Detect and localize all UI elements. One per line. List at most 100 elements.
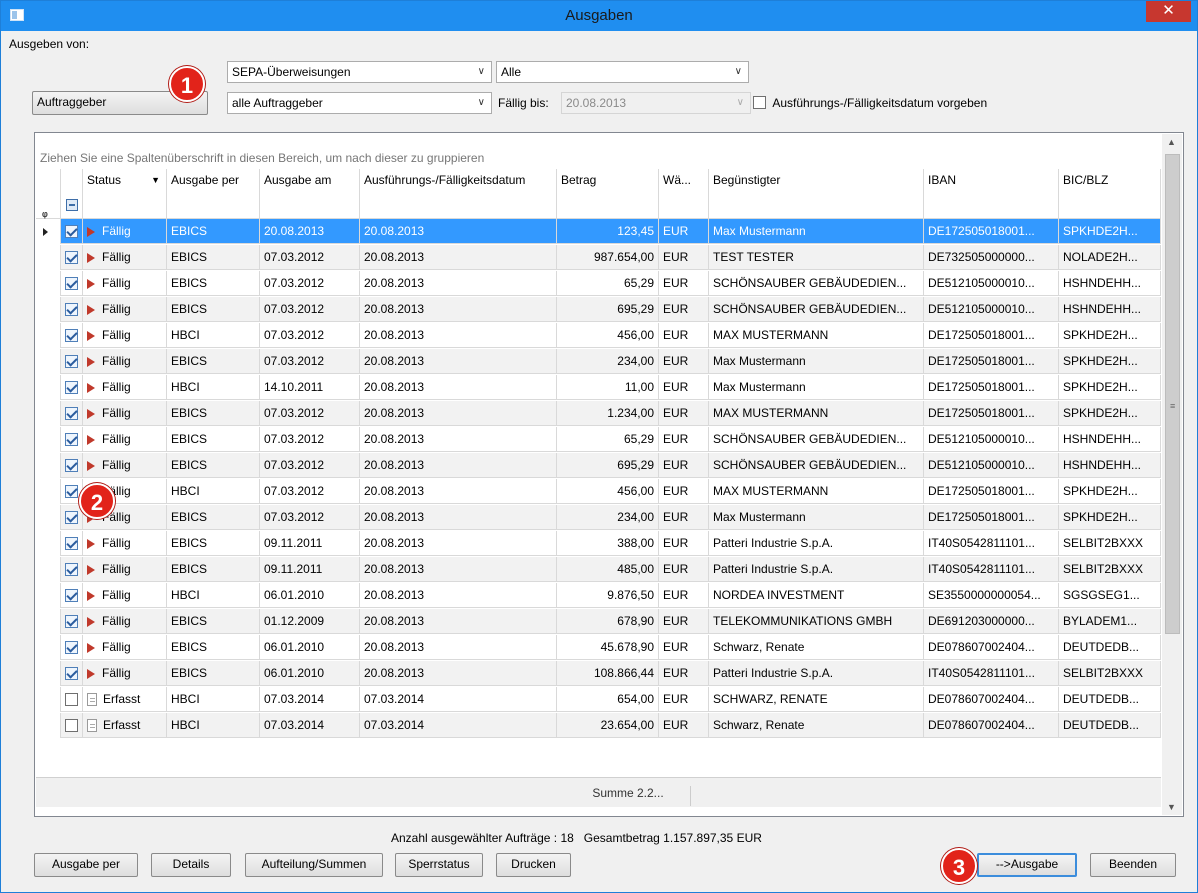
row-checkbox[interactable] [65, 615, 78, 629]
table-row[interactable]: Fällig EBICS 06.01.2010 20.08.2013 108.866,4… [36, 661, 1161, 686]
row-checkbox[interactable] [65, 719, 78, 733]
cell-bic: BYLADEM1... [1059, 609, 1161, 634]
row-checkbox[interactable] [65, 459, 78, 473]
details-button[interactable]: Details [151, 853, 231, 877]
payment-type-select[interactable]: SEPA-Überweisungen ∨ [227, 61, 492, 83]
cell-bic: SGSGSEG1... [1059, 583, 1161, 608]
table-row[interactable]: Fällig EBICS 07.03.2012 20.08.2013 234,00 EUR… [36, 349, 1161, 374]
scroll-thumb[interactable]: ≡ [1165, 154, 1180, 634]
principal-select[interactable]: alle Auftraggeber ∨ [227, 92, 492, 114]
row-checkbox[interactable] [65, 381, 78, 395]
row-checkbox[interactable] [65, 485, 78, 499]
ausgabe-button[interactable]: -->Ausgabe [977, 853, 1077, 877]
table-row[interactable]: Fällig HBCI 06.01.2010 20.08.2013 9.876,50 EU… [36, 583, 1161, 608]
row-checkbox[interactable] [65, 537, 78, 551]
row-checkbox[interactable] [65, 667, 78, 681]
table-row[interactable]: Fällig EBICS 09.11.2011 20.08.2013 485,00 EUR… [36, 557, 1161, 582]
row-checkbox[interactable] [65, 355, 78, 369]
sperrstatus-button[interactable]: Sperrstatus [395, 853, 483, 877]
cell-beguenstigter: TEST TESTER [709, 245, 924, 270]
column-header-betrag[interactable]: Betrag [557, 169, 659, 194]
column-header-faelligkeit[interactable]: Ausführungs-/Fälligkeitsdatum [360, 169, 557, 194]
table-row[interactable]: Fällig EBICS 20.08.2013 20.08.2013 123,45 EUR… [36, 219, 1161, 244]
beenden-button[interactable]: Beenden [1090, 853, 1176, 877]
row-checkbox[interactable] [65, 329, 78, 343]
checkbox[interactable] [753, 96, 766, 110]
scope-select[interactable]: Alle ∨ [496, 61, 749, 83]
scroll-up-icon[interactable]: ▲ [1167, 137, 1176, 147]
cell-betrag: 23.654,00 [557, 713, 659, 738]
row-checkbox[interactable] [65, 225, 78, 239]
cell-betrag: 65,29 [557, 427, 659, 452]
vertical-scrollbar[interactable]: ▲ ≡ ▼ [1162, 134, 1182, 815]
filter-cell-iban[interactable] [924, 194, 1059, 219]
filter-cell-faellig[interactable] [360, 194, 557, 219]
row-checkbox[interactable] [65, 433, 78, 447]
table-row[interactable]: Fällig HBCI 07.03.2012 20.08.2013 456,00 EUR M… [36, 323, 1161, 348]
table-row[interactable]: Fällig EBICS 07.03.2012 20.08.2013 65,29 EUR S… [36, 271, 1161, 296]
cell-ausgabe-per: HBCI [167, 583, 260, 608]
row-checkbox[interactable] [65, 251, 78, 265]
column-header-bic[interactable]: BIC/BLZ [1059, 169, 1161, 194]
table-row[interactable]: Fällig EBICS 06.01.2010 20.08.2013 45.678,90… [36, 635, 1161, 660]
row-checkbox-cell [61, 349, 83, 374]
scroll-down-icon[interactable]: ▼ [1167, 802, 1176, 812]
row-checkbox-cell [61, 505, 83, 530]
table-row[interactable]: Fällig EBICS 07.03.2012 20.08.2013 987.654,0… [36, 245, 1161, 270]
set-date-checkbox[interactable]: Ausführungs-/Fälligkeitsdatum vorgeben [753, 95, 987, 110]
filter-cell-status[interactable] [83, 194, 167, 219]
filter-cell-betrag[interactable] [557, 194, 659, 219]
row-checkbox[interactable] [65, 641, 78, 655]
aufteilung-summen-button[interactable]: Aufteilung/Summen [245, 853, 383, 877]
column-header-iban[interactable]: IBAN [924, 169, 1059, 194]
table-row[interactable]: Fällig EBICS 09.11.2011 20.08.2013 388,00 EUR… [36, 531, 1161, 556]
cell-ausgabe-per: EBICS [167, 401, 260, 426]
cell-beguenstigter: MAX MUSTERMANN [709, 479, 924, 504]
table-row[interactable]: Erfasst HBCI 07.03.2014 07.03.2014 23.654,00… [36, 713, 1161, 738]
table-row[interactable]: Fällig EBICS 07.03.2012 20.08.2013 65,29 EUR S… [36, 427, 1161, 452]
status-text: Erfasst [103, 718, 141, 732]
row-checkbox-cell [61, 245, 83, 270]
ausgabe-per-button[interactable]: Ausgabe per [34, 853, 138, 877]
table-row[interactable]: Fällig HBCI 14.10.2011 20.08.2013 11,00 EUR Ma… [36, 375, 1161, 400]
column-header-beguenstigter[interactable]: Begünstigter [709, 169, 924, 194]
filter-cell-per[interactable] [167, 194, 260, 219]
table-row[interactable]: Fällig EBICS 07.03.2012 20.08.2013 1.234,00 E… [36, 401, 1161, 426]
title-bar: Ausgaben ✕ [1, 1, 1197, 31]
drucken-button[interactable]: Drucken [496, 853, 571, 877]
payment-type-value: SEPA-Überweisungen [232, 65, 351, 79]
row-checkbox[interactable] [65, 407, 78, 421]
cell-waehrung: EUR [659, 453, 709, 478]
cell-faelligkeit: 20.08.2013 [360, 661, 557, 686]
filter-cell-beg[interactable] [709, 194, 924, 219]
row-checkbox[interactable] [65, 511, 78, 525]
cell-betrag: 123,45 [557, 219, 659, 244]
cell-ausgabe-am: 07.03.2012 [260, 479, 360, 504]
row-checkbox[interactable] [65, 563, 78, 577]
table-row[interactable]: Erfasst HBCI 07.03.2014 07.03.2014 654,00 EUR… [36, 687, 1161, 712]
table-row[interactable]: Fällig HBCI 07.03.2012 20.08.2013 456,00 EUR M… [36, 479, 1161, 504]
table-row[interactable]: Fällig EBICS 01.12.2009 20.08.2013 678,90 EUR… [36, 609, 1161, 634]
table-row[interactable]: Fällig EBICS 07.03.2012 20.08.2013 695,29 EUR… [36, 453, 1161, 478]
row-checkbox[interactable] [65, 693, 78, 707]
column-header-ausgabe-per[interactable]: Ausgabe per [167, 169, 260, 194]
filter-cell-am[interactable] [260, 194, 360, 219]
column-header-ausgabe-am[interactable]: Ausgabe am [260, 169, 360, 194]
close-button[interactable]: ✕ [1146, 1, 1191, 22]
row-indicator [36, 219, 61, 244]
row-checkbox[interactable] [65, 303, 78, 317]
filter-cell-wae[interactable] [659, 194, 709, 219]
cell-faelligkeit: 20.08.2013 [360, 583, 557, 608]
filter-cell-bic[interactable] [1059, 194, 1161, 219]
due-arrow-icon [87, 642, 95, 653]
status-text: Fällig [102, 536, 131, 550]
table-row[interactable]: Fällig EBICS 07.03.2012 20.08.2013 695,29 EUR… [36, 297, 1161, 322]
cell-beguenstigter: NORDEA INVESTMENT [709, 583, 924, 608]
row-checkbox[interactable] [65, 277, 78, 291]
table-row[interactable]: Fällig EBICS 07.03.2012 20.08.2013 234,00 EUR… [36, 505, 1161, 530]
row-checkbox[interactable] [65, 589, 78, 603]
column-header-waehrung[interactable]: Wä... [659, 169, 709, 194]
cell-waehrung: EUR [659, 401, 709, 426]
cell-status: Fällig [83, 635, 167, 660]
column-header-status[interactable]: Status ▼ [83, 169, 167, 194]
